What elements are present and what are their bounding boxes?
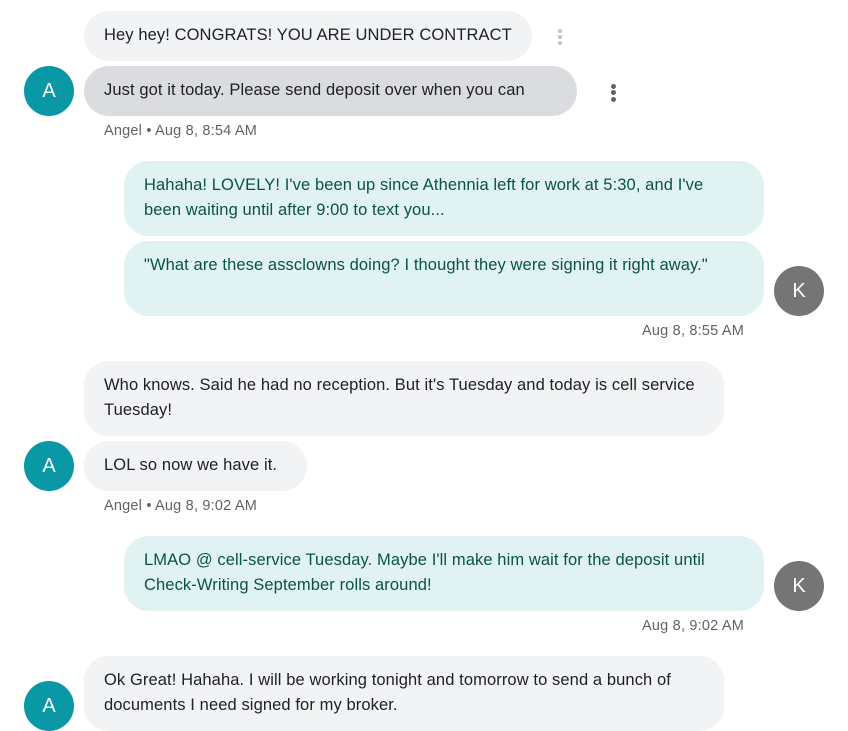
timestamp: Aug 8, 9:02 AM [642,618,744,634]
sender-name: Angel [104,123,143,139]
incoming-message-bubble[interactable]: Who knows. Said he had no reception. But… [84,361,724,436]
incoming-message-bubble[interactable]: Ok Great! Hahaha. I will be working toni… [84,656,724,731]
more-options-icon[interactable] [608,82,618,102]
avatar[interactable]: A [24,681,74,731]
outgoing-message-bubble[interactable]: LMAO @ cell-service Tuesday. Maybe I'll … [124,536,764,611]
message-text: LMAO @ cell-service Tuesday. Maybe I'll … [144,551,705,594]
sender-name: Angel [104,498,143,514]
avatar[interactable]: A [24,66,74,116]
message-text: Hahaha! LOVELY! I've been up since Athen… [144,176,704,219]
message-text: Who knows. Said he had no reception. But… [104,376,695,419]
separator-dot: • [146,498,152,514]
message-meta: Angel • Aug 8, 9:02 AM [104,496,257,516]
message-meta: Angel • Aug 8, 8:54 AM [104,121,257,141]
message-text: Hey hey! CONGRATS! YOU ARE UNDER CONTRAC… [104,26,512,44]
message-text: "What are these assclowns doing? I thoug… [144,256,708,274]
outgoing-message-bubble[interactable]: "What are these assclowns doing? I thoug… [124,241,764,316]
timestamp: Aug 8, 8:55 AM [642,323,744,339]
outgoing-message-bubble[interactable]: Hahaha! LOVELY! I've been up since Athen… [124,161,764,236]
incoming-message-bubble[interactable]: Just got it today. Please send deposit o… [84,66,577,116]
avatar[interactable]: K [774,561,824,611]
separator-dot: • [146,123,152,139]
incoming-message-bubble[interactable]: Hey hey! CONGRATS! YOU ARE UNDER CONTRAC… [84,11,532,61]
more-options-icon[interactable] [555,27,565,47]
message-text: Just got it today. Please send deposit o… [104,81,525,99]
incoming-message-bubble[interactable]: LOL so now we have it. [84,441,307,491]
message-text: LOL so now we have it. [104,456,278,474]
avatar[interactable]: A [24,441,74,491]
timestamp: Aug 8, 8:54 AM [155,123,257,139]
avatar[interactable]: K [774,266,824,316]
timestamp: Aug 8, 9:02 AM [155,498,257,514]
message-text: Ok Great! Hahaha. I will be working toni… [104,671,671,714]
